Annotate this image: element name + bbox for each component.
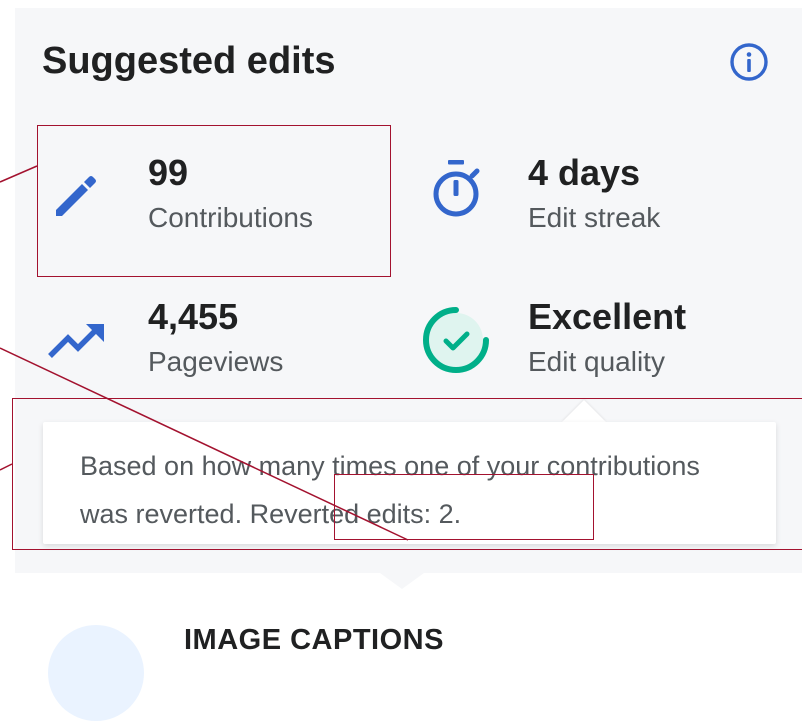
- info-icon: [730, 43, 768, 81]
- edit-quality-value: Excellent: [528, 296, 687, 337]
- section-pointer: [380, 573, 424, 589]
- stopwatch-icon: [426, 160, 486, 220]
- annotation-box-reverted-word: [334, 474, 594, 540]
- stat-edit-streak: 4 days Edit streak: [426, 152, 756, 252]
- annotation-box-contributions: [37, 125, 391, 277]
- stat-pageviews: 4,455 Pageviews: [46, 296, 376, 396]
- page-title: Suggested edits: [42, 40, 336, 82]
- edit-streak-value: 4 days: [528, 152, 641, 193]
- image-captions-icon: [48, 625, 144, 721]
- image-captions-title[interactable]: IMAGE CAPTIONS: [184, 624, 444, 657]
- pageviews-label: Pageviews: [148, 346, 284, 377]
- pageviews-value: 4,455: [148, 296, 239, 337]
- info-button[interactable]: [729, 42, 769, 82]
- stat-edit-quality: Excellent Edit quality: [423, 296, 756, 396]
- check-circle-icon: [420, 304, 492, 376]
- trending-up-icon: [46, 310, 106, 370]
- edit-streak-label: Edit streak: [528, 202, 661, 233]
- edit-quality-label: Edit quality: [528, 346, 665, 377]
